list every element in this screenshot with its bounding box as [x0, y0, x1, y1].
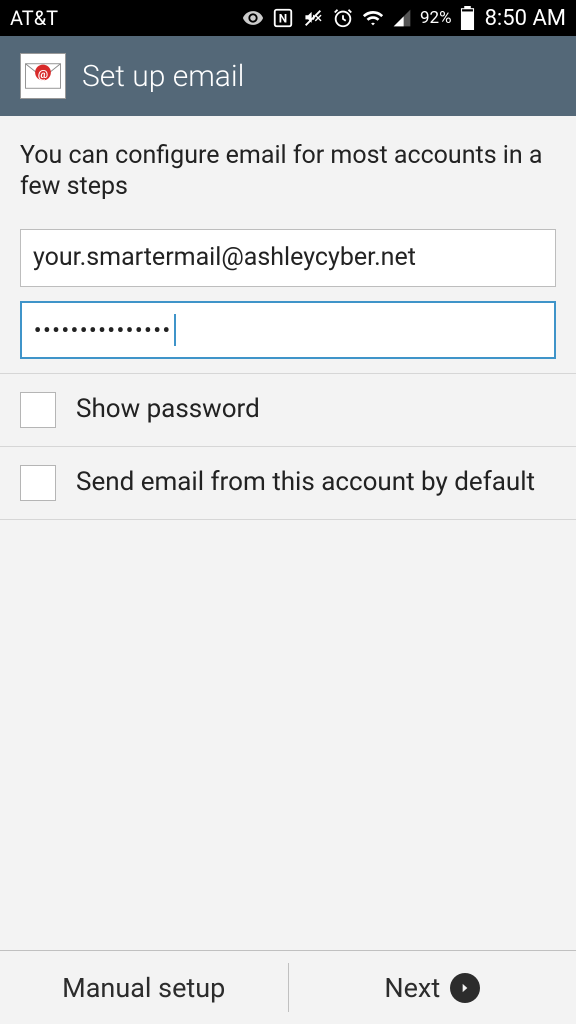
carrier-label: AT&T: [10, 6, 58, 30]
battery-icon: [460, 6, 475, 30]
svg-text:N: N: [279, 12, 287, 26]
page-title: Set up email: [82, 59, 244, 94]
default-account-label: Send email from this account by default: [76, 466, 535, 499]
signal-icon: [392, 8, 412, 28]
next-button[interactable]: Next: [289, 951, 576, 1024]
eye-icon: [242, 7, 264, 29]
text-cursor: [174, 314, 176, 346]
password-value: •••••••••••••••: [34, 318, 172, 342]
mute-icon: [302, 7, 324, 29]
bottom-bar: Manual setup Next: [0, 950, 576, 1024]
default-account-row[interactable]: Send email from this account by default: [0, 446, 576, 520]
show-password-checkbox[interactable]: [20, 392, 56, 428]
chevron-right-icon: [450, 973, 480, 1003]
manual-setup-button[interactable]: Manual setup: [0, 951, 288, 1024]
clock-time: 8:50 AM: [485, 6, 566, 31]
svg-text:@: @: [38, 67, 48, 81]
alarm-icon: [332, 7, 354, 29]
show-password-row[interactable]: Show password: [0, 373, 576, 446]
manual-setup-label: Manual setup: [62, 972, 225, 1004]
app-bar: @ Set up email: [0, 36, 576, 116]
show-password-label: Show password: [76, 393, 260, 426]
default-account-checkbox[interactable]: [20, 465, 56, 501]
password-field[interactable]: •••••••••••••••: [20, 301, 556, 359]
status-bar: AT&T N 92% 8:50 AM: [0, 0, 576, 36]
email-field[interactable]: your.smartermail@ashleycyber.net: [20, 229, 556, 287]
instructions-text: You can configure email for most account…: [20, 140, 556, 203]
email-value: your.smartermail@ashleycyber.net: [33, 243, 416, 272]
email-app-icon: @: [20, 53, 66, 99]
wifi-icon: [362, 7, 384, 29]
next-label: Next: [384, 972, 440, 1004]
nfc-icon: N: [272, 7, 294, 29]
battery-percent: 92%: [420, 8, 452, 28]
